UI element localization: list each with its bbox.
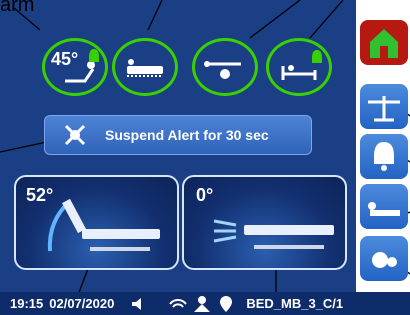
nurse-icon — [194, 295, 211, 312]
scale-button[interactable] — [360, 84, 408, 129]
bed-icon — [368, 202, 400, 216]
head-angle-panel[interactable]: 52° — [14, 175, 179, 270]
scale-icon — [368, 96, 400, 122]
bed-head-raised-icon — [47, 198, 160, 252]
gear-icon — [372, 252, 397, 268]
speaker-icon[interactable] — [126, 294, 166, 314]
status-time: 19:15 — [10, 296, 44, 311]
suspend-alert-label: Suspend Alert for 30 sec — [105, 127, 269, 143]
wifi-icon — [169, 298, 188, 308]
mattress-alarm[interactable] — [112, 38, 178, 96]
bed-exit-alarm[interactable] — [266, 38, 332, 96]
alarm-button[interactable] — [360, 134, 408, 179]
tilt-angle-panel[interactable]: 0° — [182, 175, 347, 270]
status-date: 02/07/2020 — [49, 296, 115, 311]
bell-icon — [374, 142, 394, 171]
bed-flat-icon — [213, 219, 334, 249]
location-icon — [220, 295, 233, 312]
hob-angle-alarm[interactable]: 45° — [42, 38, 108, 96]
hob-angle-label: 45° — [51, 49, 79, 69]
mattress-icon — [127, 59, 163, 77]
suspend-alert-icon — [45, 122, 105, 148]
home-button[interactable] — [360, 20, 408, 65]
bed-button[interactable] — [360, 184, 408, 229]
bed-id: BED_MB_3_C/1 — [246, 296, 344, 311]
suspend-alert-button[interactable]: Suspend Alert for 30 sec — [44, 115, 312, 155]
fan-alarm[interactable] — [192, 38, 258, 96]
fan-patient-icon — [204, 61, 241, 79]
home-icon — [370, 29, 398, 58]
status-bar: 19:15 02/07/2020 BED_MB_3_C/1 — [0, 292, 410, 315]
bed-exit-icon — [281, 50, 322, 80]
settings-button[interactable] — [360, 236, 408, 281]
